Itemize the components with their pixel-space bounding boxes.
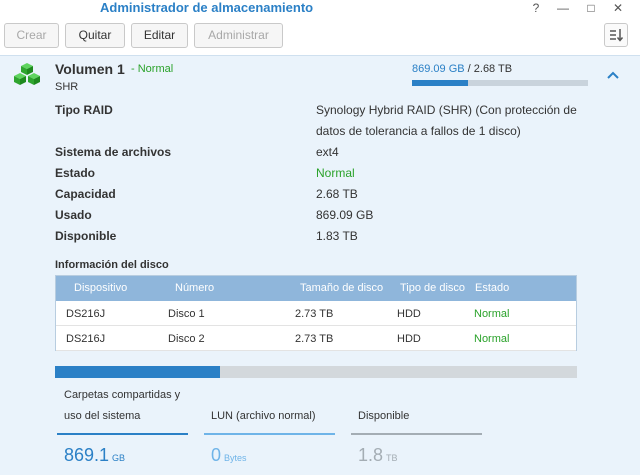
cell-type: HDD [397,308,421,320]
legend-available-number: 1.8 [358,445,384,465]
volume-usage-bar [412,80,588,86]
disk-info-heading: Información del disco [55,259,169,271]
legend-available-label: Disponible [358,410,410,422]
legend-available-unit: TB [386,453,398,463]
cell-number: Disco 1 [168,308,205,320]
volume-status: - Normal [131,63,174,75]
remove-button[interactable]: Quitar [65,23,125,48]
volume-total: 2.68 TB [473,63,513,75]
cell-type: HDD [397,333,421,345]
capacity-used-fill [55,366,221,378]
table-row[interactable]: DS216J Disco 2 2.73 TB HDD Normal [56,326,576,351]
legend-shared-value: 869.1 GB [64,445,125,466]
raid-type-value-line1: Synology Hybrid RAID (SHR) (Con protecci… [316,103,577,117]
legend-shared-unit: GB [112,453,126,463]
cell-device: DS216J [66,308,106,320]
available-label: Disponible [55,229,117,243]
legend-shared-label-line1: Carpetas compartidas y [64,389,181,401]
volume-raid-type: SHR [55,81,79,93]
manage-button[interactable]: Administrar [194,23,283,48]
col-header-status[interactable]: Estado [475,282,509,294]
volume-cubes-icon [14,63,40,85]
collapse-chevron-icon[interactable] [606,70,620,80]
maximize-icon[interactable]: □ [584,1,598,15]
capacity-value: 2.68 TB [316,187,358,201]
window-title: Administrador de almacenamiento [100,0,314,15]
used-value: 869.09 GB [316,208,374,222]
sort-button[interactable] [604,23,628,47]
help-icon[interactable]: ? [529,1,543,15]
volume-name: Volumen 1 [55,61,125,77]
sort-icon [610,29,624,42]
minimize-icon[interactable]: — [556,1,570,15]
legend-available-line [351,433,482,435]
disk-table: Dispositivo Número Tamaño de disco Tipo … [55,275,577,351]
disk-table-header: Dispositivo Número Tamaño de disco Tipo … [56,276,576,301]
legend-lun-number: 0 [211,445,222,465]
volume-panel: Volumen 1 - Normal SHR 869.09 GB / 2.68 … [0,55,640,475]
col-header-size[interactable]: Tamaño de disco [300,282,383,294]
legend-lun-label: LUN (archivo normal) [211,410,316,422]
capacity-bar [55,366,577,378]
cell-device: DS216J [66,333,106,345]
create-button[interactable]: Crear [4,23,59,48]
col-header-type[interactable]: Tipo de disco [400,282,465,294]
cell-status: Normal [474,333,510,345]
filesystem-value: ext4 [316,145,339,159]
capacity-label: Capacidad [55,187,116,201]
usage-separator: / [464,63,474,75]
volume-usage-fill [412,80,468,86]
cell-size: 2.73 TB [295,308,334,320]
volume-usage-text: 869.09 GB / 2.68 TB [412,63,512,75]
cell-size: 2.73 TB [295,333,334,345]
legend-shared-line [57,433,188,435]
raid-type-value-line2: datos de tolerancia a fallos de 1 disco) [316,124,521,138]
raid-type-label: Tipo RAID [55,103,113,117]
legend-lun-value: 0 Bytes [211,445,247,466]
close-icon[interactable]: ✕ [611,1,625,15]
col-header-number[interactable]: Número [175,282,214,294]
window-titlebar: Administrador de almacenamiento ? — □ ✕ [0,0,640,18]
table-row[interactable]: DS216J Disco 1 2.73 TB HDD Normal [56,301,576,326]
legend-lun-unit: Bytes [224,453,247,463]
available-value: 1.83 TB [316,229,358,243]
col-header-device[interactable]: Dispositivo [74,282,127,294]
used-label: Usado [55,208,92,222]
filesystem-label: Sistema de archivos [55,145,172,159]
edit-button[interactable]: Editar [131,23,188,48]
cell-status: Normal [474,308,510,320]
status-label: Estado [55,166,96,180]
volume-used: 869.09 GB [412,63,465,75]
cell-number: Disco 2 [168,333,205,345]
legend-lun-line [204,433,335,435]
legend-shared-label-line2: uso del sistema [64,410,141,422]
toolbar: Crear Quitar Editar Administrar [0,18,640,54]
status-value: Normal [316,166,355,180]
legend-available-value: 1.8 TB [358,445,398,466]
legend-shared-number: 869.1 [64,445,110,465]
